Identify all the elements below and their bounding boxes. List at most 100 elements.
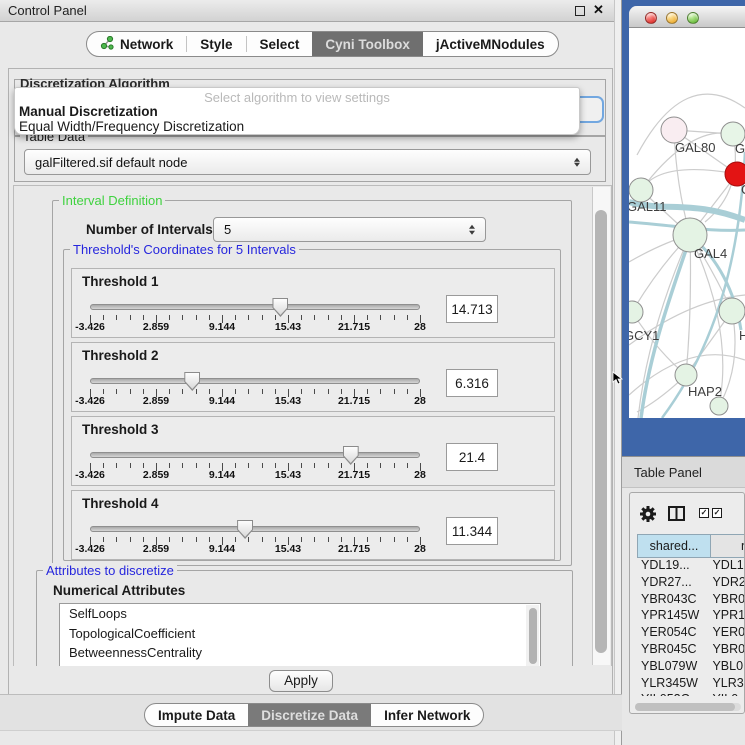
- table-cell-shared-name[interactable]: YBL079W: [637, 659, 708, 676]
- column-header-name[interactable]: n: [711, 534, 745, 558]
- table-cell-name[interactable]: YBR0: [708, 592, 745, 609]
- number-of-intervals-combobox[interactable]: 5: [213, 217, 486, 242]
- table-row[interactable]: YLR345WYLR3: [637, 676, 745, 693]
- tab-style[interactable]: Style: [187, 32, 245, 56]
- table-cell-name[interactable]: YPR1: [708, 608, 745, 625]
- number-of-intervals-label: Number of Intervals: [86, 222, 213, 237]
- control-panel-title: Control Panel: [8, 3, 87, 18]
- close-traffic-light-icon[interactable]: [645, 12, 657, 24]
- threshold-row: Threshold 3-3.4262.8599.14415.4321.71528…: [71, 416, 555, 486]
- axis-tick-label: 21.715: [338, 395, 370, 407]
- minor-tick: [196, 463, 197, 468]
- table-cell-name[interactable]: YIL0: [708, 692, 745, 696]
- horizontal-scrollbar[interactable]: [635, 703, 741, 711]
- table-header-row: shared... n: [637, 534, 745, 558]
- threshold-slider-track[interactable]: [90, 526, 420, 532]
- minor-tick: [367, 315, 368, 320]
- table-cell-shared-name[interactable]: YIL052C: [637, 692, 708, 696]
- threshold-value-field[interactable]: 6.316: [446, 369, 498, 397]
- attribute-list-item[interactable]: BetweennessCentrality: [60, 643, 540, 663]
- tab-discretize-data[interactable]: Discretize Data: [248, 704, 371, 726]
- threshold-value-field[interactable]: 21.4: [446, 443, 498, 471]
- top-tab-bar: Network Style Select Cyni Toolbox jActiv…: [86, 31, 559, 57]
- minor-tick: [314, 389, 315, 394]
- threshold-slider-thumb[interactable]: [237, 520, 253, 539]
- table-cell-shared-name[interactable]: YLR345W: [637, 676, 708, 693]
- table-row[interactable]: YDL19...YDL1: [637, 558, 745, 575]
- threshold-slider-thumb[interactable]: [343, 446, 359, 465]
- table-cell-shared-name[interactable]: YBR045C: [637, 642, 708, 659]
- vertical-scrollbar-thumb[interactable]: [595, 210, 607, 653]
- table-row[interactable]: YER054CYER0: [637, 625, 745, 642]
- tab-network[interactable]: Network: [87, 32, 186, 56]
- checkbox-icon[interactable]: ✓: [712, 508, 722, 518]
- table-cell-shared-name[interactable]: YPR145W: [637, 608, 708, 625]
- table-row[interactable]: YDR27...YDR2: [637, 575, 745, 592]
- network-node[interactable]: [675, 364, 697, 386]
- close-icon[interactable]: ✕: [593, 2, 604, 18]
- table-row[interactable]: YBL079WYBL0: [637, 659, 745, 676]
- minimize-traffic-light-icon[interactable]: [666, 12, 678, 24]
- table-row[interactable]: YIL052CYIL0: [637, 692, 745, 696]
- tab-cyni-toolbox[interactable]: Cyni Toolbox: [312, 32, 423, 56]
- network-node[interactable]: [710, 397, 728, 415]
- minor-tick: [314, 463, 315, 468]
- tab-jactivemnodules[interactable]: jActiveMNodules: [423, 32, 558, 56]
- table-data-combobox[interactable]: galFiltered.sif default node: [24, 149, 591, 175]
- float-window-icon[interactable]: [575, 6, 585, 16]
- attribute-list-item[interactable]: SelfLoops: [60, 604, 540, 624]
- tab-impute-data[interactable]: Impute Data: [145, 704, 248, 726]
- list-scrollbar-thumb[interactable]: [529, 608, 537, 664]
- tab-infer-network[interactable]: Infer Network: [371, 704, 483, 726]
- network-node[interactable]: [629, 301, 643, 323]
- minor-tick: [235, 389, 236, 394]
- threshold-value-field[interactable]: 11.344: [446, 517, 498, 545]
- column-header-shared-name[interactable]: shared...: [637, 534, 711, 558]
- minor-tick: [262, 389, 263, 394]
- network-canvas[interactable]: GAL80GACGAL11GAL4GCY1HHAP2: [629, 28, 745, 418]
- gear-icon[interactable]: [639, 505, 657, 523]
- minor-tick: [182, 463, 183, 468]
- zoom-traffic-light-icon[interactable]: [687, 12, 699, 24]
- network-node[interactable]: [719, 298, 745, 324]
- threshold-slider-track[interactable]: [90, 304, 420, 310]
- column-layout-icon[interactable]: [668, 506, 685, 521]
- table-cell-name[interactable]: YBL0: [708, 659, 745, 676]
- tab-select[interactable]: Select: [247, 32, 313, 56]
- table-cell-shared-name[interactable]: YBR043C: [637, 592, 708, 609]
- threshold-value-field[interactable]: 14.713: [446, 295, 498, 323]
- table-cell-name[interactable]: YDL1: [708, 558, 745, 575]
- minor-tick: [209, 537, 210, 542]
- table-row[interactable]: YBR045CYBR0: [637, 642, 745, 659]
- combo-spinner-icon: [469, 223, 476, 236]
- axis-tick-label: 28: [414, 543, 426, 555]
- table-cell-name[interactable]: YLR3: [708, 676, 745, 693]
- minor-tick: [235, 537, 236, 542]
- threshold-slider-track[interactable]: [90, 452, 420, 458]
- threshold-row: Threshold 2-3.4262.8599.14415.4321.71528…: [71, 342, 555, 412]
- popup-option-manual-discretization[interactable]: Manual Discretization: [19, 104, 158, 119]
- interval-definition-label: Interval Definition: [59, 193, 165, 208]
- numerical-attributes-list[interactable]: SelfLoopsTopologicalCoefficientBetweenne…: [59, 603, 541, 667]
- table-cell-shared-name[interactable]: YDL19...: [637, 558, 708, 575]
- list-scrollbar[interactable]: [526, 605, 539, 667]
- popup-option-equal-width-frequency[interactable]: Equal Width/Frequency Discretization: [19, 119, 244, 134]
- horizontal-scrollbar-thumb[interactable]: [635, 703, 735, 711]
- table-cell-name[interactable]: YER0: [708, 625, 745, 642]
- apply-button[interactable]: Apply: [269, 670, 333, 692]
- threshold-slider-track[interactable]: [90, 378, 420, 384]
- table-cell-shared-name[interactable]: YDR27...: [637, 575, 708, 592]
- table-cell-name[interactable]: YDR2: [708, 575, 745, 592]
- minor-tick: [314, 315, 315, 320]
- table-cell-shared-name[interactable]: YER054C: [637, 625, 708, 642]
- table-row[interactable]: YPR145WYPR1: [637, 608, 745, 625]
- minor-tick: [380, 389, 381, 394]
- checkbox-icon[interactable]: ✓: [699, 508, 709, 518]
- axis-tick-label: 28: [414, 469, 426, 481]
- table-row[interactable]: YBR043CYBR0: [637, 592, 745, 609]
- attribute-list-item[interactable]: TopologicalCoefficient: [60, 624, 540, 644]
- threshold-slider-thumb[interactable]: [184, 372, 200, 391]
- minor-tick: [169, 463, 170, 468]
- table-cell-name[interactable]: YBR0: [708, 642, 745, 659]
- minor-tick: [235, 463, 236, 468]
